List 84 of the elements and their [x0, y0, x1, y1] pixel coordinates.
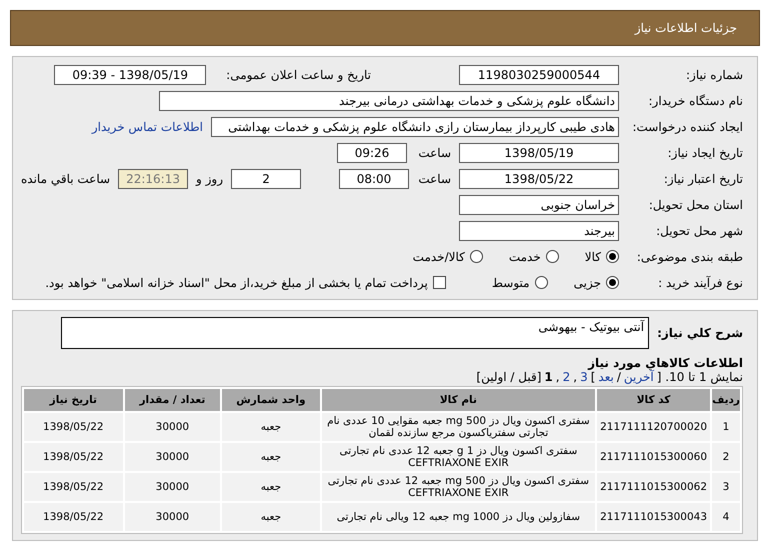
field-label: تاریخ اعتبار نیاز:	[662, 172, 743, 186]
table-cell: 2	[712, 443, 740, 471]
table-cell: 30000	[124, 413, 220, 441]
need-number-field: 1198030259000544	[459, 64, 619, 84]
created-time-field: 09:26	[337, 142, 407, 162]
buyer-field: دانشگاه علوم پزشکی و خدمات بهداشتی درمانی بیرجند	[159, 90, 619, 110]
radio-label: جزیی	[574, 276, 601, 290]
summary-label: شرح کلي نياز:	[657, 326, 743, 340]
remaining-time-field: 22:16:13	[118, 168, 188, 188]
table-cell: جعبه	[222, 473, 320, 501]
table-cell: 2117111015300043	[597, 503, 710, 531]
field-label: ایجاد کننده درخواست:	[631, 120, 743, 134]
table-cell: 3	[712, 473, 740, 501]
radio-button[interactable]	[534, 276, 548, 289]
section-title: اطلاعات کالاهاي مورد نياز	[586, 356, 743, 370]
field-label: تاریخ ایجاد نیاز:	[666, 146, 743, 160]
column-header: واحد شمارش	[222, 389, 320, 411]
field-label: شماره نیاز:	[685, 68, 743, 82]
table-cell: جعبه	[222, 443, 320, 471]
field-label: تاریخ و ساعت اعلان عمومی:	[226, 68, 371, 82]
page-link[interactable]: آخرین	[624, 370, 654, 384]
radio-button[interactable]	[606, 250, 619, 263]
radio-label: متوسط	[492, 276, 530, 290]
field-label: استان محل تحویل:	[648, 198, 743, 212]
radio-label: کالا	[584, 250, 601, 264]
city-field: بیرجند	[459, 220, 619, 240]
field-label: نوع فرآیند خرید :	[657, 276, 743, 290]
announce-date-field: 1398/05/19 - 09:39	[54, 64, 206, 84]
column-header: نام کالا	[322, 389, 596, 411]
page-title: جزئیات اطلاعات نیاز	[634, 21, 737, 35]
summary-field: آنتی بیوتیک - بیهوشی	[61, 317, 650, 349]
pagination-text: ,	[573, 370, 578, 384]
days-field: 2	[231, 168, 302, 188]
table-cell: 1	[712, 413, 740, 441]
table-cell: 30000	[124, 443, 220, 471]
field-label: شهر محل تحویل:	[655, 224, 743, 238]
valid-date-field: 1398/05/22	[459, 168, 619, 188]
radio-label: کالا/خدمت	[412, 250, 465, 264]
time-label: ساعت	[417, 172, 451, 186]
days-label: روز و	[196, 172, 224, 186]
field-label: طبقه بندی موضوعی:	[636, 250, 743, 264]
table-cell: 1398/05/22	[24, 503, 123, 531]
pagination-text: [قبل / اولین]	[476, 370, 542, 384]
table-cell: 30000	[124, 473, 220, 501]
pagination-text: ,	[556, 370, 560, 384]
pagination-text: نمایش 1 تا 10. [	[656, 370, 743, 384]
table-cell: جعبه	[222, 413, 320, 441]
pagination-text: ]	[590, 370, 596, 384]
time-label: ساعت	[417, 146, 451, 160]
province-field: خراسان جنوبی	[459, 194, 619, 214]
table-cell: 1398/05/22	[24, 443, 123, 471]
table-cell: 2117111015300062	[597, 473, 710, 501]
radio-label: خدمت	[508, 250, 541, 264]
radio-button[interactable]	[606, 276, 619, 289]
page-link[interactable]: بعد	[598, 370, 614, 384]
remaining-label: ساعت باقي مانده	[21, 172, 110, 186]
table-cell: سفتری اکسون ویال دز 1 g جعبه 12 عددی نام تجارتی CEFTRIAXONE EXIR	[322, 443, 596, 471]
column-header: تاریخ نیاز	[24, 389, 123, 411]
checkbox-label: پرداخت تمام یا بخشی از مبلغ خرید،از محل "اسناد خزانه اسلامی" خواهد بود.	[45, 276, 428, 290]
field-label: نام دستگاه خریدار:	[648, 94, 743, 108]
creator-field: هادی طیبی کارپرداز بیمارستان رازی دانشگاه علوم پزشکی و خدمات بهداشتی	[211, 116, 619, 136]
radio-button[interactable]	[546, 250, 559, 263]
current-page: 1	[544, 370, 553, 384]
table-cell: سفتری اکسون ویال دز 500 mg جعبه مقوایی 10 عددی نام تجارتی سفتریاکسون مرجع سازنده لقمان	[322, 413, 596, 441]
table-cell: 1398/05/22	[24, 413, 123, 441]
column-header: ردیف	[712, 389, 740, 411]
table-cell: 4	[712, 503, 740, 531]
checkbox[interactable]	[432, 276, 446, 289]
buyer-contact-link[interactable]: اطلاعات تماس خریدار	[92, 120, 203, 134]
page-link[interactable]: 3	[580, 370, 588, 384]
table-cell: سفازولین ویال دز 1000 mg جعبه 12 ویالی نام تجارتی	[322, 503, 596, 531]
column-header: تعداد / مقدار	[124, 389, 220, 411]
created-date-field: 1398/05/19	[459, 142, 619, 162]
page-link[interactable]: 2	[562, 370, 570, 384]
table-cell: 1398/05/22	[24, 473, 123, 501]
radio-button[interactable]	[470, 250, 483, 263]
table-cell: 30000	[124, 503, 220, 531]
table-cell: سفتری اکسون ویال دز 500 mg جعبه 12 عددی نام تجارتی CEFTRIAXONE EXIR	[322, 473, 596, 501]
table-cell: 2117111015300060	[597, 443, 710, 471]
table-cell: 2117111120700020	[597, 413, 710, 441]
pagination-text: /	[616, 370, 621, 384]
table-cell: جعبه	[222, 503, 320, 531]
column-header: کد کالا	[597, 389, 710, 411]
valid-time-field: 08:00	[339, 168, 410, 188]
